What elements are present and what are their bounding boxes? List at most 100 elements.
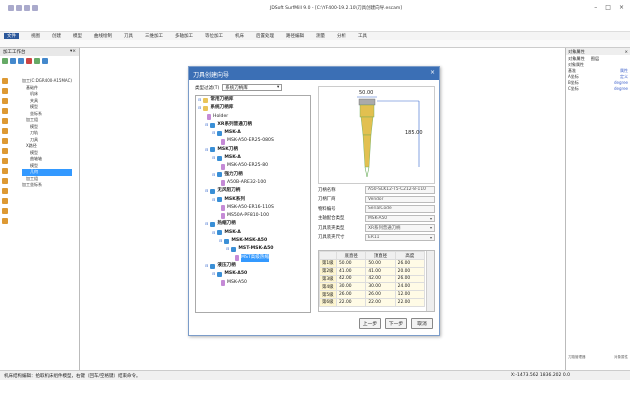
close-icon[interactable]: × [619,4,624,11]
expand-icon[interactable]: ⊟ [212,154,215,162]
workbench-tree[interactable]: 加工(C:DGR400-A15MAC) 基础件 机床 夹具 模型 坐标系 加工组 模型 刀轨 刀具… [22,78,72,189]
expand-icon[interactable]: ⊟ [212,229,215,237]
tree-node[interactable]: ⊟ 热缩刀柄 [196,220,310,228]
expand-icon[interactable]: ⊟ [198,104,201,112]
property-row[interactable]: C坐标 degree [566,86,630,92]
grid-cell[interactable]: 42.00 [335,274,367,284]
close-icon[interactable]: × [624,49,628,54]
grid-cell[interactable]: 24.00 [394,282,426,292]
next-button[interactable]: 下一步 [385,318,407,329]
menu-item[interactable]: 分析 [337,33,346,39]
field-input[interactable]: SerialCode [365,205,435,213]
menu-item[interactable]: 测量 [316,33,325,39]
tree-node[interactable]: MSK-A50 [196,279,310,287]
menu-item[interactable]: 模型 [73,33,82,39]
tree-node[interactable]: MSK-A50-ER16-110S [196,204,310,212]
footer-tab[interactable]: 对象属性 [614,355,628,360]
grid-cell[interactable]: 26.00 [394,259,426,268]
menu-item[interactable]: 后置处理 [256,33,274,39]
expand-icon[interactable]: ⊟ [205,220,208,228]
expand-icon[interactable]: ⊟ [212,270,215,278]
tree-node[interactable]: ⊟ MSK-A50 [196,270,310,278]
field-select[interactable]: XR系列普通刀柄 [365,224,435,232]
menu-item[interactable]: 路径编辑 [286,33,304,39]
grid-row-label[interactable]: 第3级 [319,274,337,284]
grid-row[interactable]: 第2级 41.00 41.00 20.00 [319,266,426,276]
panel-tab[interactable]: 图层 [591,56,599,61]
tree-node[interactable]: ⊟ 系统刀柄库 [196,104,310,112]
menu-item[interactable]: 多轴加工 [175,33,193,39]
grid-row[interactable]: 第1级 50.00 50.00 26.00 [319,259,426,268]
panel-tabs[interactable]: 对象属性 图层 [566,55,630,62]
grid-row-label[interactable]: 第4级 [319,282,337,292]
holder-step-grid[interactable]: 底直径 顶直径 高度 第1级 50.00 50.00 26.00 第2级 41.00 41.00 2… [318,250,435,312]
grid-cell[interactable]: 41.00 [335,266,367,276]
grid-row-label[interactable]: 第2级 [319,266,337,276]
close-icon[interactable]: × [430,69,435,76]
expand-icon[interactable]: ⊟ [205,262,208,270]
maximize-icon[interactable]: □ [605,4,611,11]
tree-node[interactable]: MS50A-PF810-100 [196,212,310,220]
tree-node[interactable]: A50B-ARE32-100 [196,179,310,187]
grid-cell[interactable]: 20.00 [394,266,426,276]
pin-icon[interactable]: ▾× [70,49,76,55]
grid-cell[interactable]: 30.00 [335,282,367,292]
grid-cell[interactable]: 12.00 [394,290,426,299]
grid-cell[interactable]: 26.00 [335,290,367,299]
tree-node[interactable]: ⊟ MSK-A [196,154,310,162]
expand-icon[interactable]: ⊟ [205,187,208,195]
field-select[interactable]: ER11 [365,233,435,241]
grid-row[interactable]: 第4级 30.00 30.00 24.00 [319,282,426,292]
menu-item[interactable]: 视图 [31,33,40,39]
expand-icon[interactable]: ⊟ [205,146,208,154]
menu-item[interactable]: 文件 [4,33,19,39]
expand-icon[interactable]: ⊟ [226,245,229,253]
expand-icon[interactable]: ⊟ [205,121,208,129]
scrollbar[interactable] [426,251,434,311]
grid-cell[interactable]: 26.00 [365,290,396,299]
tree-node[interactable]: ⊟ MSK-A [196,229,310,237]
menu-item[interactable]: 曲线绘制 [94,33,112,39]
field-select[interactable]: MSK-A50 [365,214,435,222]
grid-row-label[interactable]: 第1级 [319,259,337,268]
tree-node[interactable]: MSK-A50-ER25-80 [196,162,310,170]
grid-cell[interactable]: 42.00 [365,274,396,284]
field-input[interactable]: Vendor [365,195,435,203]
field-input[interactable]: A50-SLK12-T5-C212-8-110 [365,186,435,194]
grid-cell[interactable]: 50.00 [335,259,367,268]
cancel-button[interactable]: 取消 [411,318,433,329]
quick-access-toolbar[interactable] [8,5,38,11]
tree-node[interactable]: MST高级热缩 [196,253,310,262]
menu-item[interactable]: 创建 [52,33,61,39]
footer-tab[interactable]: 刀路管理器 [568,355,586,360]
minimize-icon[interactable]: – [594,4,597,11]
grid-row-label[interactable]: 第6级 [319,297,337,307]
tree-node[interactable]: ⊟ 无风阻刀柄 [196,187,310,195]
grid-cell[interactable]: 41.00 [365,266,396,276]
grid-row[interactable]: 第6级 22.00 22.00 22.00 [319,297,426,307]
menu-item[interactable]: 等位加工 [205,33,223,39]
menu-item[interactable]: 三维加工 [145,33,163,39]
grid-row[interactable]: 第5级 26.00 26.00 12.00 [319,290,426,299]
menu-item[interactable]: 工具 [358,33,367,39]
panel-toolbar[interactable] [0,56,79,66]
expand-icon[interactable]: ⊟ [212,196,215,204]
menu-item[interactable]: 机床 [235,33,244,39]
grid-cell[interactable]: 22.00 [335,297,367,307]
grid-row[interactable]: 第3级 42.00 42.00 26.00 [319,274,426,284]
side-toolbar[interactable] [2,78,12,224]
tree-item[interactable]: 加工(C:DGR400-A15MAC) [22,78,72,85]
tree-node[interactable]: Holder [196,113,310,121]
holder-tree[interactable]: ⊟ 常用刀柄库 ⊟ 系统刀柄库 Holder ⊟ XR系列普通刀柄 ⊟ MSK-A MSK-A50… [195,95,311,313]
grid-cell[interactable]: 22.00 [365,297,396,307]
panel-tab[interactable]: 对象属性 [568,56,585,61]
tree-node[interactable]: ⊟ 常用刀柄库 [196,96,310,104]
prev-button[interactable]: 上一步 [359,318,381,329]
grid-cell[interactable]: 22.00 [394,297,426,307]
expand-icon[interactable]: ⊟ [219,237,222,245]
expand-icon[interactable]: ⊟ [198,96,201,104]
tree-node[interactable]: ⊟ MSK-MSK-A50 [196,237,310,245]
grid-row-label[interactable]: 第5级 [319,290,337,299]
grid-cell[interactable]: 50.00 [365,259,396,268]
tree-node[interactable]: MSK-A50-ER25-080S [196,137,310,145]
